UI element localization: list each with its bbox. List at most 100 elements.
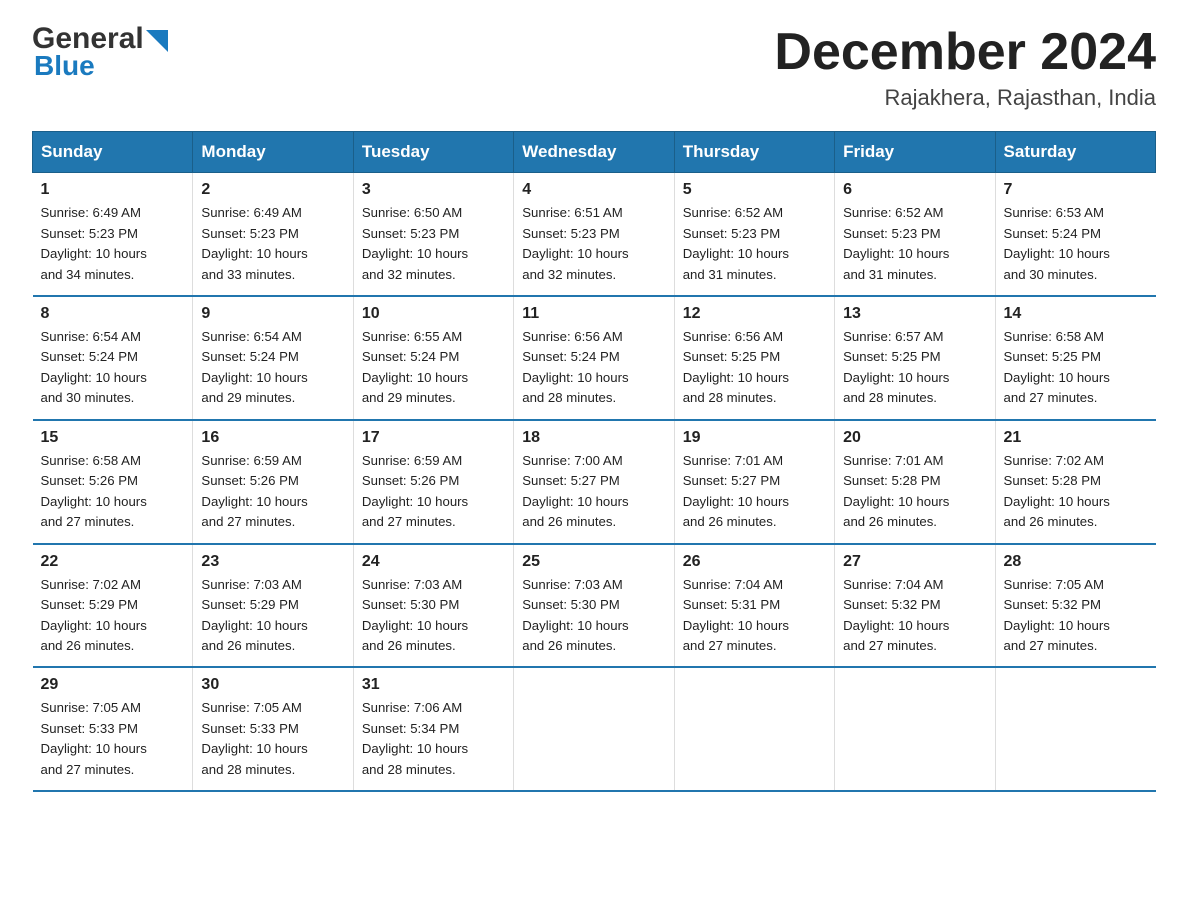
day-number: 20: [843, 429, 986, 447]
day-info: Sunrise: 7:05 AMSunset: 5:33 PMDaylight:…: [41, 698, 185, 780]
table-row: 16 Sunrise: 6:59 AMSunset: 5:26 PMDayligh…: [193, 420, 353, 544]
header-friday: Friday: [835, 132, 995, 173]
table-row: 10 Sunrise: 6:55 AMSunset: 5:24 PMDayligh…: [353, 296, 513, 420]
day-number: 22: [41, 553, 185, 571]
day-info: Sunrise: 6:52 AMSunset: 5:23 PMDaylight:…: [843, 203, 986, 285]
logo: General Blue: [32, 24, 168, 82]
day-info: Sunrise: 6:49 AMSunset: 5:23 PMDaylight:…: [201, 203, 344, 285]
table-row: 14Sunrise: 6:58 AMSunset: 5:25 PMDayligh…: [995, 296, 1155, 420]
day-info: Sunrise: 7:06 AMSunset: 5:34 PMDaylight:…: [362, 698, 505, 780]
day-number: 1: [41, 181, 185, 199]
day-info: Sunrise: 6:55 AMSunset: 5:24 PMDaylight:…: [362, 327, 505, 409]
day-number: 16: [201, 429, 344, 447]
header-tuesday: Tuesday: [353, 132, 513, 173]
table-row: [674, 667, 834, 791]
table-row: 22 Sunrise: 7:02 AMSunset: 5:29 PMDayligh…: [33, 544, 193, 668]
table-row: 9 Sunrise: 6:54 AMSunset: 5:24 PMDaylight…: [193, 296, 353, 420]
day-info: Sunrise: 7:05 AMSunset: 5:33 PMDaylight:…: [201, 698, 344, 780]
day-info: Sunrise: 7:04 AMSunset: 5:32 PMDaylight:…: [843, 575, 986, 657]
day-number: 10: [362, 305, 505, 323]
day-number: 30: [201, 676, 344, 694]
table-row: 8Sunrise: 6:54 AMSunset: 5:24 PMDaylight…: [33, 296, 193, 420]
calendar-week-row: 1 Sunrise: 6:49 AMSunset: 5:23 PMDaylight…: [33, 173, 1156, 296]
day-info: Sunrise: 7:00 AMSunset: 5:27 PMDaylight:…: [522, 451, 665, 533]
day-info: Sunrise: 7:02 AMSunset: 5:28 PMDaylight:…: [1004, 451, 1148, 533]
table-row: 3 Sunrise: 6:50 AMSunset: 5:23 PMDaylight…: [353, 173, 513, 296]
day-info: Sunrise: 6:57 AMSunset: 5:25 PMDaylight:…: [843, 327, 986, 409]
day-number: 28: [1004, 553, 1148, 571]
day-info: Sunrise: 7:03 AMSunset: 5:29 PMDaylight:…: [201, 575, 344, 657]
table-row: 23 Sunrise: 7:03 AMSunset: 5:29 PMDayligh…: [193, 544, 353, 668]
table-row: 28 Sunrise: 7:05 AMSunset: 5:32 PMDayligh…: [995, 544, 1155, 668]
calendar-week-row: 15 Sunrise: 6:58 AMSunset: 5:26 PMDayligh…: [33, 420, 1156, 544]
table-row: 13 Sunrise: 6:57 AMSunset: 5:25 PMDayligh…: [835, 296, 995, 420]
table-row: 4 Sunrise: 6:51 AMSunset: 5:23 PMDaylight…: [514, 173, 674, 296]
table-row: 21 Sunrise: 7:02 AMSunset: 5:28 PMDayligh…: [995, 420, 1155, 544]
table-row: 7 Sunrise: 6:53 AMSunset: 5:24 PMDaylight…: [995, 173, 1155, 296]
day-info: Sunrise: 7:01 AMSunset: 5:27 PMDaylight:…: [683, 451, 826, 533]
day-info: Sunrise: 6:52 AMSunset: 5:23 PMDaylight:…: [683, 203, 826, 285]
day-info: Sunrise: 7:02 AMSunset: 5:29 PMDaylight:…: [41, 575, 185, 657]
day-number: 24: [362, 553, 505, 571]
day-info: Sunrise: 6:50 AMSunset: 5:23 PMDaylight:…: [362, 203, 505, 285]
table-row: 25Sunrise: 7:03 AMSunset: 5:30 PMDayligh…: [514, 544, 674, 668]
day-info: Sunrise: 7:05 AMSunset: 5:32 PMDaylight:…: [1004, 575, 1148, 657]
day-number: 29: [41, 676, 185, 694]
day-info: Sunrise: 7:04 AMSunset: 5:31 PMDaylight:…: [683, 575, 826, 657]
table-row: [514, 667, 674, 791]
day-number: 7: [1004, 181, 1148, 199]
day-number: 5: [683, 181, 826, 199]
header-monday: Monday: [193, 132, 353, 173]
table-row: 20 Sunrise: 7:01 AMSunset: 5:28 PMDayligh…: [835, 420, 995, 544]
table-row: 15 Sunrise: 6:58 AMSunset: 5:26 PMDayligh…: [33, 420, 193, 544]
day-number: 9: [201, 305, 344, 323]
day-number: 14: [1004, 305, 1148, 323]
day-info: Sunrise: 6:51 AMSunset: 5:23 PMDaylight:…: [522, 203, 665, 285]
day-number: 21: [1004, 429, 1148, 447]
table-row: 31 Sunrise: 7:06 AMSunset: 5:34 PMDayligh…: [353, 667, 513, 791]
day-number: 26: [683, 553, 826, 571]
calendar-week-row: 22 Sunrise: 7:02 AMSunset: 5:29 PMDayligh…: [33, 544, 1156, 668]
header-sunday: Sunday: [33, 132, 193, 173]
day-number: 18: [522, 429, 665, 447]
page-header: General Blue December 2024 Rajakhera, Ra…: [32, 24, 1156, 111]
day-info: Sunrise: 6:49 AMSunset: 5:23 PMDaylight:…: [41, 203, 185, 285]
table-row: 24Sunrise: 7:03 AMSunset: 5:30 PMDayligh…: [353, 544, 513, 668]
day-number: 3: [362, 181, 505, 199]
calendar-table: Sunday Monday Tuesday Wednesday Thursday…: [32, 131, 1156, 792]
day-number: 15: [41, 429, 185, 447]
table-row: [995, 667, 1155, 791]
location: Rajakhera, Rajasthan, India: [774, 85, 1156, 111]
day-info: Sunrise: 6:53 AMSunset: 5:24 PMDaylight:…: [1004, 203, 1148, 285]
table-row: 18 Sunrise: 7:00 AMSunset: 5:27 PMDayligh…: [514, 420, 674, 544]
day-info: Sunrise: 6:56 AMSunset: 5:25 PMDaylight:…: [683, 327, 826, 409]
day-number: 13: [843, 305, 986, 323]
day-number: 8: [41, 305, 185, 323]
table-row: 29 Sunrise: 7:05 AMSunset: 5:33 PMDayligh…: [33, 667, 193, 791]
day-number: 11: [522, 305, 665, 323]
day-info: Sunrise: 6:58 AMSunset: 5:26 PMDaylight:…: [41, 451, 185, 533]
logo-blue: Blue: [32, 50, 95, 82]
day-info: Sunrise: 6:59 AMSunset: 5:26 PMDaylight:…: [362, 451, 505, 533]
table-row: 30 Sunrise: 7:05 AMSunset: 5:33 PMDayligh…: [193, 667, 353, 791]
day-info: Sunrise: 6:54 AMSunset: 5:24 PMDaylight:…: [201, 327, 344, 409]
day-number: 23: [201, 553, 344, 571]
day-number: 2: [201, 181, 344, 199]
table-row: 27Sunrise: 7:04 AMSunset: 5:32 PMDayligh…: [835, 544, 995, 668]
calendar-header-row: Sunday Monday Tuesday Wednesday Thursday…: [33, 132, 1156, 173]
day-number: 4: [522, 181, 665, 199]
calendar-week-row: 29 Sunrise: 7:05 AMSunset: 5:33 PMDayligh…: [33, 667, 1156, 791]
table-row: 17Sunrise: 6:59 AMSunset: 5:26 PMDayligh…: [353, 420, 513, 544]
table-row: 19Sunrise: 7:01 AMSunset: 5:27 PMDayligh…: [674, 420, 834, 544]
table-row: [835, 667, 995, 791]
day-number: 6: [843, 181, 986, 199]
day-info: Sunrise: 7:01 AMSunset: 5:28 PMDaylight:…: [843, 451, 986, 533]
table-row: 6 Sunrise: 6:52 AMSunset: 5:23 PMDaylight…: [835, 173, 995, 296]
month-title: December 2024: [774, 24, 1156, 81]
table-row: 1 Sunrise: 6:49 AMSunset: 5:23 PMDaylight…: [33, 173, 193, 296]
day-number: 31: [362, 676, 505, 694]
table-row: 5 Sunrise: 6:52 AMSunset: 5:23 PMDaylight…: [674, 173, 834, 296]
day-number: 25: [522, 553, 665, 571]
day-info: Sunrise: 6:56 AMSunset: 5:24 PMDaylight:…: [522, 327, 665, 409]
day-info: Sunrise: 6:59 AMSunset: 5:26 PMDaylight:…: [201, 451, 344, 533]
